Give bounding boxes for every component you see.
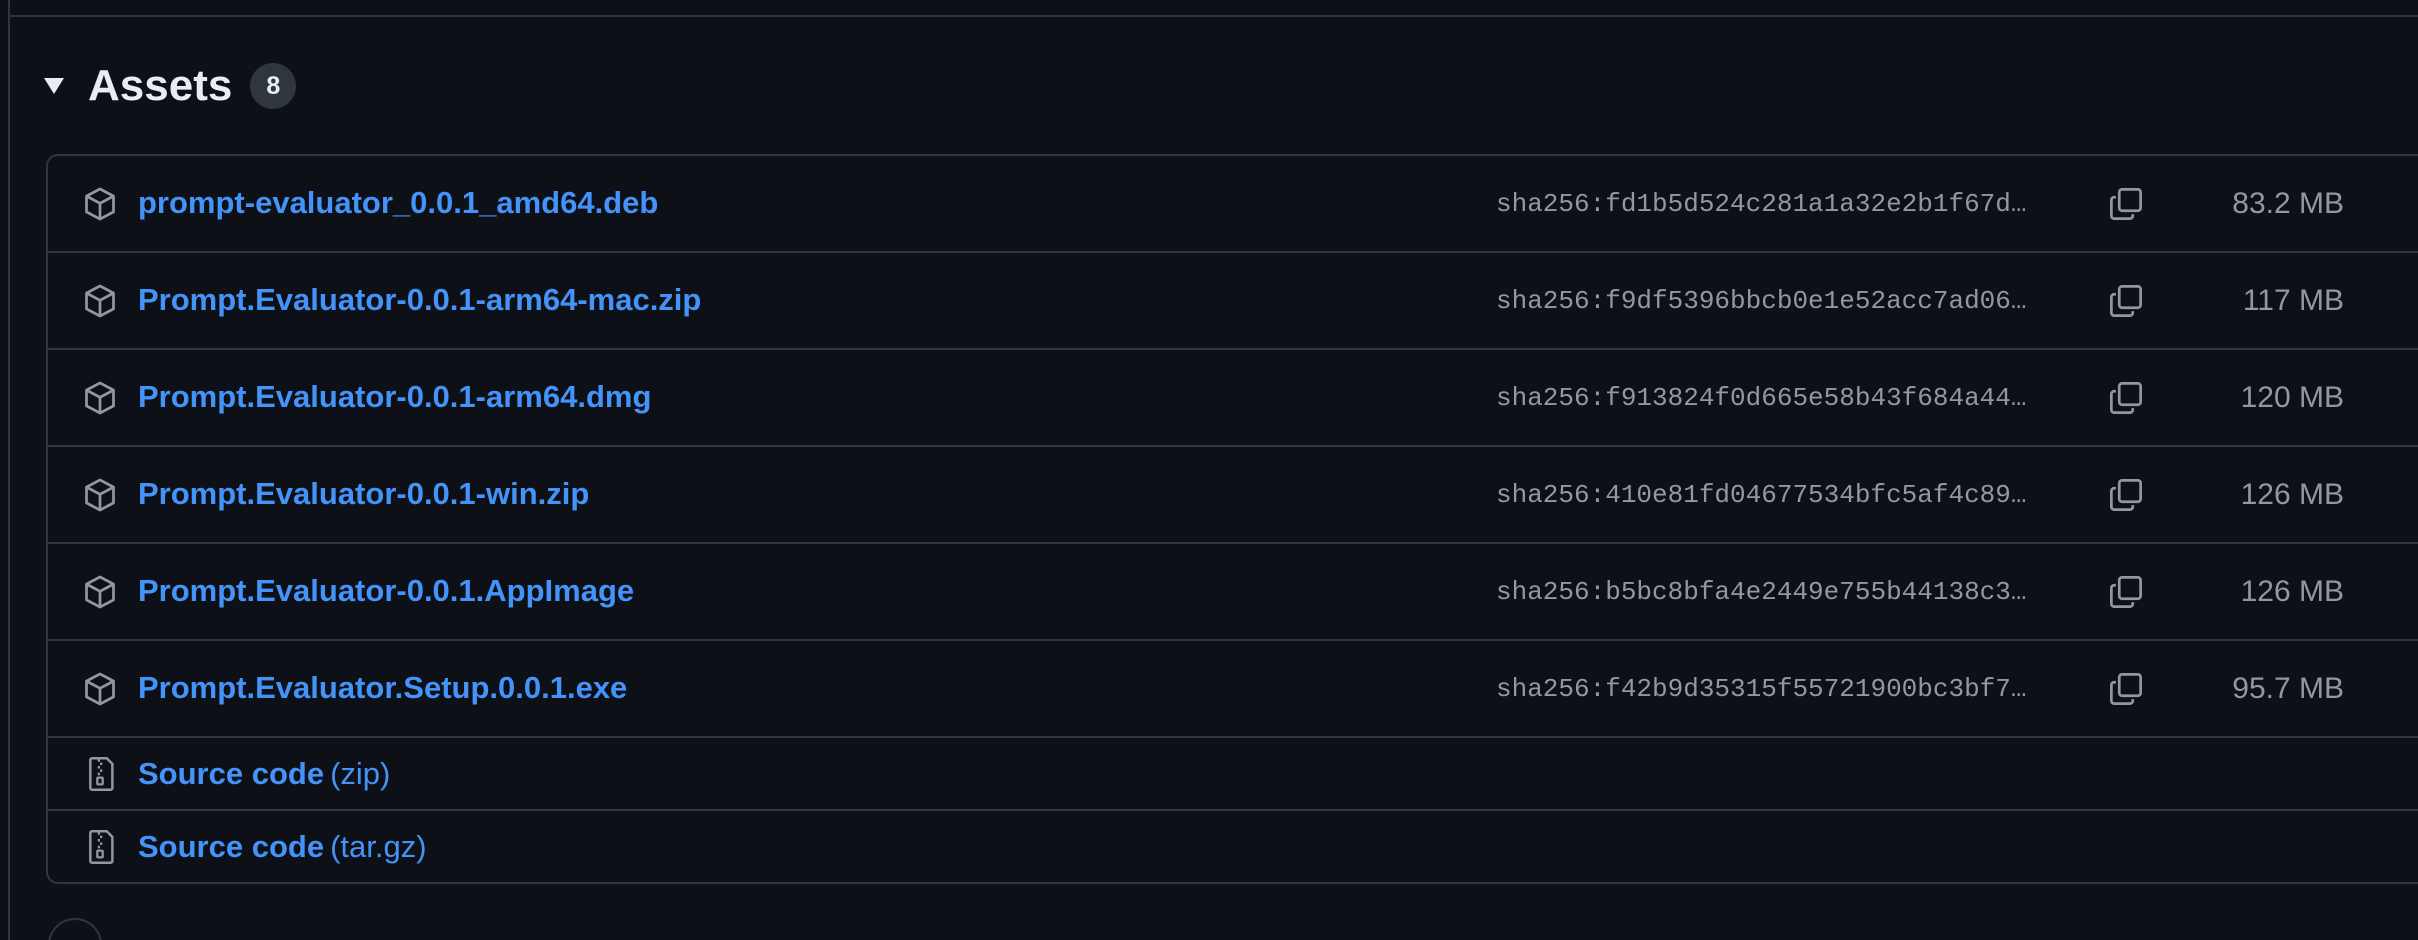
assets-header[interactable]: Assets 8 [44,60,297,112]
asset-row: Prompt.Evaluator-0.0.1.AppImage sha256:b… [48,544,2418,641]
asset-sha: sha256:f42b9d35315f55721900bc3bf7… [1496,674,2027,704]
asset-size: 120 MB [2240,381,2344,414]
top-divider [8,15,2418,17]
reaction-button[interactable] [48,918,102,940]
package-icon [82,380,118,416]
asset-link[interactable]: Prompt.Evaluator-0.0.1-win.zip [138,476,589,512]
copy-icon[interactable] [2104,376,2148,420]
source-code-format: (tar.gz) [330,829,427,864]
copy-icon[interactable] [2104,473,2148,517]
asset-sha: sha256:410e81fd04677534bfc5af4c89… [1496,480,2027,510]
copy-icon[interactable] [2104,279,2148,323]
copy-icon[interactable] [2104,570,2148,614]
asset-sha: sha256:f913824f0d665e58b43f684a44… [1496,383,2027,413]
asset-sha: sha256:f9df5396bbcb0e1e52acc7ad06… [1496,286,2027,316]
file-zip-icon [82,756,118,792]
copy-icon[interactable] [2104,667,2148,711]
source-code-format: (zip) [330,756,391,791]
left-border [8,0,10,940]
asset-row: Prompt.Evaluator-0.0.1-arm64.dmg sha256:… [48,350,2418,447]
asset-row: Prompt.Evaluator-0.0.1-arm64-mac.zip sha… [48,253,2418,350]
asset-row: prompt-evaluator_0.0.1_amd64.deb sha256:… [48,156,2418,253]
source-code-zip-link[interactable]: Source code (zip) [138,756,390,792]
package-icon [82,574,118,610]
package-icon [82,186,118,222]
release-page: Assets 8 prompt-evaluator_0.0.1_amd64.de… [0,0,2418,940]
asset-sha: sha256:b5bc8bfa4e2449e755b44138c3… [1496,577,2027,607]
asset-link[interactable]: Prompt.Evaluator-0.0.1-arm64.dmg [138,379,651,415]
asset-size: 126 MB [2240,575,2344,608]
source-code-row: Source code (zip) [48,738,2418,811]
assets-list: prompt-evaluator_0.0.1_amd64.deb sha256:… [46,154,2418,884]
source-code-label: Source code [138,829,325,864]
asset-row: Prompt.Evaluator-0.0.1-win.zip sha256:41… [48,447,2418,544]
asset-size: 126 MB [2240,478,2344,511]
source-code-label: Source code [138,756,325,791]
asset-size: 117 MB [2242,284,2344,317]
asset-size: 95.7 MB [2232,672,2344,705]
copy-icon[interactable] [2104,182,2148,226]
asset-link[interactable]: Prompt.Evaluator-0.0.1.AppImage [138,573,634,609]
asset-size: 83.2 MB [2232,187,2344,220]
asset-row: Prompt.Evaluator.Setup.0.0.1.exe sha256:… [48,641,2418,738]
source-code-row: Source code (tar.gz) [48,811,2418,882]
assets-title: Assets [88,61,233,110]
source-code-targz-link[interactable]: Source code (tar.gz) [138,829,427,865]
asset-link[interactable]: Prompt.Evaluator-0.0.1-arm64-mac.zip [138,282,701,318]
package-icon [82,283,118,319]
caret-down-icon[interactable] [44,76,64,96]
asset-link[interactable]: Prompt.Evaluator.Setup.0.0.1.exe [138,670,627,706]
asset-link[interactable]: prompt-evaluator_0.0.1_amd64.deb [138,185,658,221]
package-icon [82,671,118,707]
asset-sha: sha256:fd1b5d524c281a1a32e2b1f67d… [1496,189,2027,219]
file-zip-icon [82,829,118,865]
package-icon [82,477,118,513]
assets-count-badge: 8 [250,63,297,109]
